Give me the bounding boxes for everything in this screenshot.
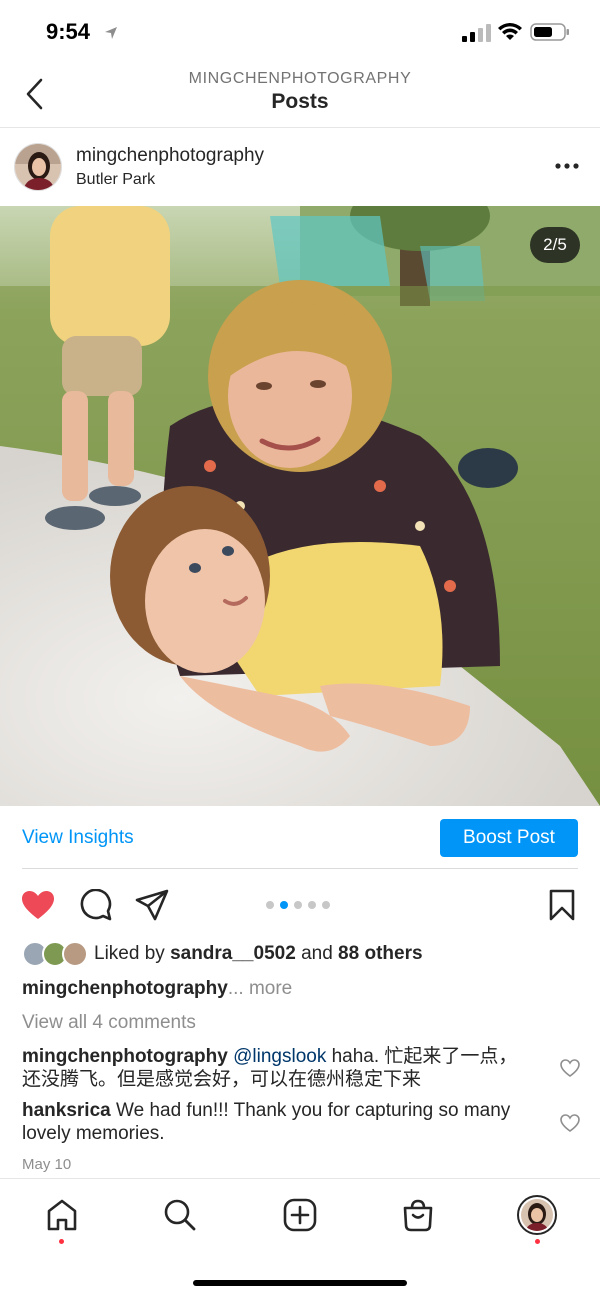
heart-filled-icon — [22, 891, 54, 919]
caption-more-link[interactable]: more — [249, 978, 292, 999]
post-photo[interactable] — [0, 206, 600, 806]
view-all-comments-link[interactable]: View all 4 comments — [22, 1012, 196, 1034]
liker-avatars — [22, 940, 88, 968]
carousel-dot — [294, 901, 302, 909]
nav-header: MINGCHENPHOTOGRAPHY Posts — [0, 60, 600, 128]
battery-icon — [530, 23, 569, 41]
comment-item: hanksrica We had fun!!! Thank you for ca… — [22, 1099, 532, 1145]
comment-username[interactable]: hanksrica — [22, 1100, 111, 1121]
carousel-dot-active — [280, 901, 288, 909]
post-username[interactable]: mingchenphotography — [76, 145, 264, 167]
carousel-dot — [322, 901, 330, 909]
liker-username[interactable]: sandra__0502 — [170, 943, 296, 964]
post-location[interactable]: Butler Park — [76, 171, 155, 189]
profile-avatar — [517, 1195, 557, 1235]
carousel-counter: 2/5 — [530, 227, 580, 263]
view-insights-link[interactable]: View Insights — [22, 827, 134, 849]
wifi-icon — [498, 23, 522, 40]
send-icon — [135, 889, 169, 921]
tab-profile[interactable] — [517, 1195, 557, 1235]
boost-post-button[interactable]: Boost Post — [440, 819, 578, 857]
comment-like-icon[interactable] — [560, 1059, 580, 1077]
comment-mention[interactable]: @lingslook — [233, 1046, 326, 1067]
divider — [22, 868, 578, 869]
action-bar — [0, 880, 600, 930]
post-date: May 10 — [22, 1156, 72, 1173]
liker-avatar — [62, 941, 88, 967]
caption-username[interactable]: mingchenphotography — [22, 978, 228, 999]
likes-text: Liked by sandra__0502 and 88 others — [94, 943, 423, 964]
home-icon — [47, 1199, 77, 1231]
post-header: mingchenphotography Butler Park — [0, 128, 600, 206]
comment-button[interactable] — [78, 887, 114, 923]
search-icon — [164, 1199, 196, 1231]
more-options-icon[interactable] — [554, 156, 580, 176]
avatar[interactable] — [14, 143, 62, 191]
tab-shop[interactable] — [398, 1195, 438, 1235]
cell-signal-icon — [462, 24, 491, 42]
tab-create[interactable] — [280, 1195, 320, 1235]
save-button[interactable] — [544, 887, 580, 923]
photo-illustration — [0, 206, 600, 806]
status-bar: 9:54 — [0, 0, 600, 60]
profile-notification-dot — [535, 1239, 540, 1244]
tab-search[interactable] — [160, 1195, 200, 1235]
likes-count[interactable]: 88 others — [338, 943, 422, 964]
status-time: 9:54 — [46, 19, 91, 44]
like-button[interactable] — [20, 887, 56, 923]
caption: mingchenphotography... more — [22, 978, 293, 999]
comment-icon — [80, 889, 112, 921]
insights-row: View Insights Boost Post — [0, 806, 600, 870]
tab-home[interactable] — [42, 1195, 82, 1235]
carousel-dot — [266, 901, 274, 909]
likes-summary[interactable]: Liked by sandra__0502 and 88 others — [22, 940, 423, 968]
comment-item: mingchenphotography @lingslook haha. 忙起来… — [22, 1045, 532, 1091]
comment-username[interactable]: mingchenphotography — [22, 1046, 228, 1067]
add-post-icon — [283, 1198, 317, 1232]
home-indicator — [193, 1280, 407, 1286]
shop-bag-icon — [403, 1199, 433, 1232]
carousel-dot — [308, 901, 316, 909]
location-arrow-icon — [105, 27, 117, 39]
bookmark-icon — [549, 889, 575, 921]
comment-like-icon[interactable] — [560, 1114, 580, 1132]
home-notification-dot — [59, 1239, 64, 1244]
share-button[interactable] — [134, 887, 170, 923]
carousel-dots — [266, 901, 330, 909]
page-title: Posts — [271, 90, 329, 113]
nav-account-name: MINGCHENPHOTOGRAPHY — [188, 70, 412, 87]
